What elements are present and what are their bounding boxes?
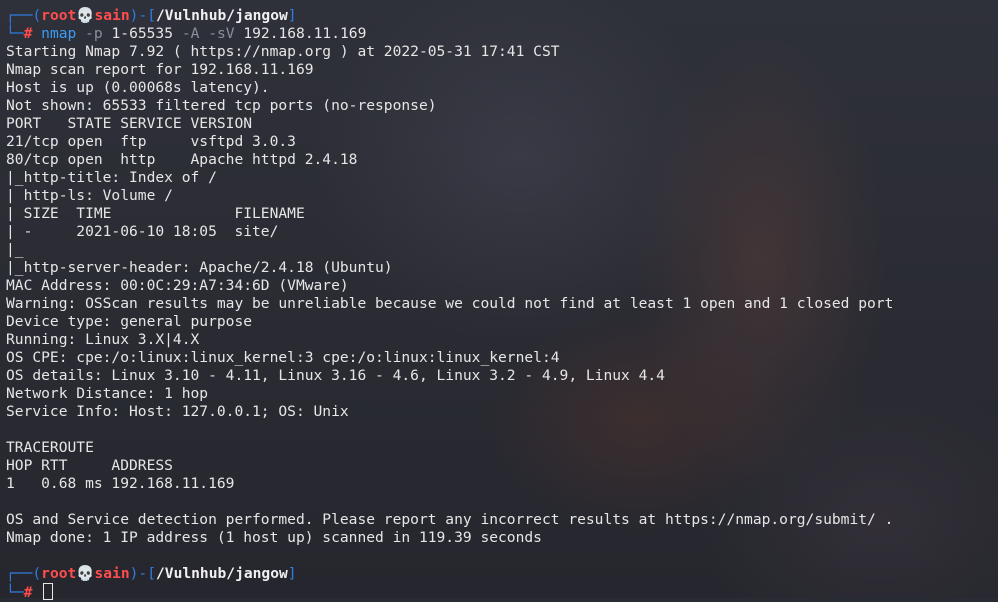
output-line: Host is up (0.00068s latency). bbox=[6, 79, 270, 96]
prompt-separator: )-[ bbox=[129, 7, 156, 24]
output-line: OS details: Linux 3.10 - 4.11, Linux 3.1… bbox=[6, 367, 665, 384]
prompt-separator: )-[ bbox=[129, 565, 156, 582]
command-flag-a: -A bbox=[181, 25, 200, 42]
output-line: | - 2021-06-10 18:05 site/ bbox=[6, 223, 279, 240]
output-line: |_http-server-header: Apache/2.4.18 (Ubu… bbox=[6, 259, 393, 276]
prompt-host: sain bbox=[94, 565, 130, 582]
output-line: Warning: OSScan results may be unreliabl… bbox=[6, 295, 894, 312]
output-line: PORT STATE SERVICE VERSION bbox=[6, 115, 253, 132]
prompt-path: /Vulnhub/jangow bbox=[156, 565, 288, 582]
prompt-bracket-end: ] bbox=[287, 7, 297, 24]
command-flag-p: -p bbox=[85, 25, 103, 42]
prompt-host: sain bbox=[94, 7, 130, 24]
prompt-corner: ┌──( bbox=[6, 7, 42, 24]
output-line: 80/tcp open http Apache httpd 2.4.18 bbox=[6, 151, 358, 168]
output-line: Nmap scan report for 192.168.11.169 bbox=[6, 61, 314, 78]
prompt-symbol: # bbox=[23, 584, 33, 601]
output-line: Running: Linux 3.X|4.X bbox=[6, 331, 200, 348]
text-cursor[interactable] bbox=[43, 583, 54, 600]
prompt-corner-bottom: └─ bbox=[6, 25, 24, 42]
output-line: Nmap done: 1 IP address (1 host up) scan… bbox=[6, 529, 542, 546]
command-line: └─# nmap -p 1-65535 -A -sV 192.168.11.16… bbox=[6, 25, 998, 43]
output-line: |_ bbox=[6, 241, 24, 258]
command-program: nmap bbox=[41, 25, 77, 42]
output-line: | SIZE TIME FILENAME bbox=[6, 205, 305, 222]
prompt-symbol: # bbox=[23, 25, 33, 42]
output-line: | http-ls: Volume / bbox=[6, 187, 173, 204]
terminal-window[interactable]: ┌──(root💀sain)-[/Vulnhub/jangow] └─# nma… bbox=[6, 7, 998, 601]
output-line: Not shown: 65533 filtered tcp ports (no-… bbox=[6, 97, 437, 114]
command-target: 192.168.11.169 bbox=[243, 25, 367, 42]
output-line: 21/tcp open ftp vsftpd 3.0.3 bbox=[6, 133, 296, 150]
command-flag-sv: -sV bbox=[208, 25, 235, 42]
command-output: Starting Nmap 7.92 ( https://nmap.org ) … bbox=[6, 43, 998, 565]
output-line: |_http-title: Index of / bbox=[6, 169, 217, 186]
prompt-bracket-end: ] bbox=[287, 565, 297, 582]
output-line: OS CPE: cpe:/o:linux:linux_kernel:3 cpe:… bbox=[6, 349, 560, 366]
output-line: Network Distance: 1 hop bbox=[6, 385, 209, 402]
output-line: Device type: general purpose bbox=[6, 313, 253, 330]
prompt-path: /Vulnhub/jangow bbox=[156, 7, 288, 24]
output-line: HOP RTT ADDRESS bbox=[6, 457, 173, 474]
output-line: OS and Service detection performed. Plea… bbox=[6, 511, 894, 528]
output-line: Starting Nmap 7.92 ( https://nmap.org ) … bbox=[6, 43, 560, 60]
skull-icon: 💀 bbox=[76, 7, 95, 24]
command-port-range: 1-65535 bbox=[111, 25, 174, 42]
prompt-line-1: ┌──(root💀sain)-[/Vulnhub/jangow] bbox=[6, 7, 998, 25]
skull-icon: 💀 bbox=[76, 565, 95, 582]
output-line: MAC Address: 00:0C:29:A7:34:6D (VMware) bbox=[6, 277, 349, 294]
output-line: TRACEROUTE bbox=[6, 439, 94, 456]
prompt-user: root bbox=[41, 565, 77, 582]
prompt-line-2: ┌──(root💀sain)-[/Vulnhub/jangow] bbox=[6, 565, 998, 583]
prompt-corner-bottom: └─ bbox=[6, 584, 24, 601]
output-line: 1 0.68 ms 192.168.11.169 bbox=[6, 475, 235, 492]
prompt-user: root bbox=[41, 7, 77, 24]
prompt-corner: ┌──( bbox=[6, 565, 42, 582]
output-line: Service Info: Host: 127.0.0.1; OS: Unix bbox=[6, 403, 349, 420]
input-line[interactable]: └─# bbox=[6, 583, 998, 601]
